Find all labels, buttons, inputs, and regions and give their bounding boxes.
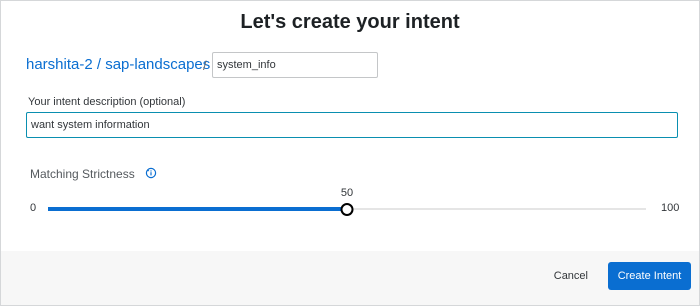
slider-thumb[interactable] <box>340 203 354 216</box>
intent-name-input[interactable] <box>212 52 378 78</box>
breadcrumb-separator: / <box>203 58 207 73</box>
dialog-footer: Cancel Create Intent <box>1 251 699 305</box>
slider-max-label: 100 <box>661 202 680 214</box>
create-intent-button[interactable]: Create Intent <box>608 262 691 290</box>
slider-value-label: 50 <box>340 187 354 199</box>
strictness-slider[interactable] <box>48 203 646 216</box>
create-intent-dialog: Let's create your intent harshita-2 / sa… <box>0 0 700 306</box>
description-input[interactable] <box>26 112 678 138</box>
strictness-label: Matching Strictness <box>30 167 135 181</box>
slider-fill <box>48 207 347 211</box>
slider-min-label: 0 <box>30 202 37 214</box>
info-icon[interactable] <box>145 167 157 179</box>
cancel-button[interactable]: Cancel <box>548 266 594 286</box>
breadcrumb-link[interactable]: harshita-2 / sap-landscapes <box>26 56 210 73</box>
dialog-title: Let's create your intent <box>240 11 460 33</box>
description-label: Your intent description (optional) <box>28 96 186 108</box>
